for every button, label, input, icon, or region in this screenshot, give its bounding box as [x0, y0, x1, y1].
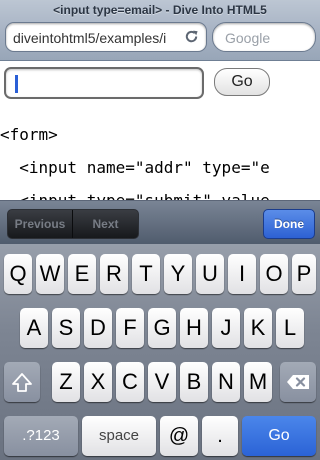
backspace-key[interactable]: [280, 362, 316, 402]
key-h[interactable]: H: [180, 308, 208, 348]
key-t[interactable]: T: [132, 254, 160, 294]
page-content: Go <form> <input name="addr" type="e <in…: [0, 61, 320, 200]
key-e[interactable]: E: [68, 254, 96, 294]
key-i[interactable]: I: [228, 254, 256, 294]
key-a[interactable]: A: [20, 308, 48, 348]
dot-key[interactable]: .: [202, 416, 238, 456]
key-s[interactable]: S: [52, 308, 80, 348]
key-k[interactable]: K: [244, 308, 272, 348]
url-text: diveintohtml5/examples/i: [13, 30, 167, 46]
key-v[interactable]: V: [148, 362, 176, 402]
previous-button[interactable]: Previous: [8, 210, 73, 238]
onscreen-keyboard: Q W E R T Y U I O P A S D F G H J K L Z …: [0, 244, 320, 460]
done-button[interactable]: Done: [263, 209, 315, 239]
backspace-icon: [287, 375, 309, 389]
numbers-key[interactable]: .?123: [4, 416, 78, 456]
keyboard-row-3: Z X C V B N M: [0, 362, 320, 404]
key-m[interactable]: M: [244, 362, 272, 402]
email-input[interactable]: [4, 67, 204, 99]
page-title: <input type=email> - Dive Into HTML5: [53, 3, 267, 17]
key-o[interactable]: O: [260, 254, 288, 294]
key-q[interactable]: Q: [4, 254, 32, 294]
prev-next-control: Previous Next: [7, 209, 139, 239]
space-key[interactable]: space: [82, 416, 156, 456]
keyboard-row-1: Q W E R T Y U I O P: [0, 254, 320, 296]
key-x[interactable]: X: [84, 362, 112, 402]
search-placeholder: Google: [225, 30, 271, 46]
page-go-button[interactable]: Go: [214, 68, 270, 96]
text-caret: [15, 75, 18, 93]
key-w[interactable]: W: [36, 254, 64, 294]
key-b[interactable]: B: [180, 362, 208, 402]
key-g[interactable]: G: [148, 308, 176, 348]
key-d[interactable]: D: [84, 308, 112, 348]
shift-key[interactable]: [4, 362, 40, 402]
key-c[interactable]: C: [116, 362, 144, 402]
key-p[interactable]: P: [292, 254, 316, 294]
go-key[interactable]: Go: [242, 416, 316, 456]
key-y[interactable]: Y: [164, 254, 192, 294]
browser-toolbar: <input type=email> - Dive Into HTML5 div…: [0, 0, 320, 61]
keyboard-row-4: .?123 space @ . Go: [0, 416, 320, 458]
key-z[interactable]: Z: [52, 362, 80, 402]
code-line: <input name="addr" type="e: [0, 158, 270, 177]
key-r[interactable]: R: [100, 254, 128, 294]
code-line: <input type="submit" value: [0, 191, 269, 200]
shift-icon: [12, 373, 32, 392]
key-f[interactable]: F: [116, 308, 144, 348]
key-l[interactable]: L: [276, 308, 304, 348]
form-assistant-bar: Previous Next Done: [0, 200, 320, 245]
address-bar[interactable]: diveintohtml5/examples/i: [5, 22, 207, 52]
key-j[interactable]: J: [212, 308, 240, 348]
at-key[interactable]: @: [160, 416, 198, 456]
code-line: <form>: [0, 125, 58, 144]
search-field[interactable]: Google: [212, 22, 316, 52]
next-button[interactable]: Next: [73, 210, 138, 238]
keyboard-row-2: A S D F G H J K L: [0, 308, 320, 350]
reload-icon[interactable]: [183, 28, 200, 45]
key-u[interactable]: U: [196, 254, 224, 294]
key-n[interactable]: N: [212, 362, 240, 402]
